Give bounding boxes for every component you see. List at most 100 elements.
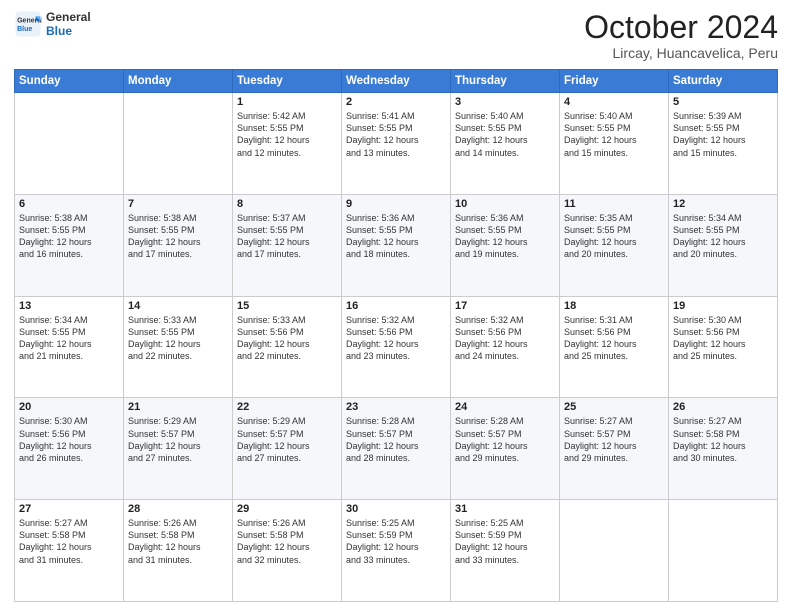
calendar-cell: 7 Sunrise: 5:38 AMSunset: 5:55 PMDaylight… <box>124 194 233 296</box>
cell-content: Sunrise: 5:27 AMSunset: 5:58 PMDaylight:… <box>673 415 773 464</box>
day-number: 20 <box>19 401 119 413</box>
week-row-3: 13Sunrise: 5:34 AMSunset: 5:55 PMDayligh… <box>15 296 778 398</box>
calendar-cell: 12 Sunrise: 5:34 AMSunset: 5:55 PMDayligh… <box>669 194 778 296</box>
cell-content: Sunrise: 5:25 AMSunset: 5:59 PMDaylight:… <box>346 517 446 566</box>
logo-blue: Blue <box>46 24 91 38</box>
cell-content: Sunrise: 5:29 AMSunset: 5:57 PMDaylight:… <box>128 415 228 464</box>
day-number: 26 <box>673 401 773 413</box>
day-number: 9 <box>346 198 446 210</box>
calendar-cell: 8Sunrise: 5:37 AMSunset: 5:55 PMDaylight… <box>233 194 342 296</box>
cell-content: Sunrise: 5:32 AMSunset: 5:56 PMDaylight:… <box>346 314 446 363</box>
day-number: 15 <box>237 300 337 312</box>
cell-content: Sunrise: 5:39 AMSunset: 5:55 PMDaylight:… <box>673 110 773 159</box>
day-number: 27 <box>19 503 119 515</box>
day-number: 1 <box>237 96 337 108</box>
day-number: 25 <box>564 401 664 413</box>
day-number: 2 <box>346 96 446 108</box>
calendar-cell: 20 Sunrise: 5:30 AMSunset: 5:56 PMDayligh… <box>15 398 124 500</box>
cell-content: Sunrise: 5:25 AMSunset: 5:59 PMDaylight:… <box>455 517 555 566</box>
week-row-4: 20 Sunrise: 5:30 AMSunset: 5:56 PMDayligh… <box>15 398 778 500</box>
calendar-cell <box>124 93 233 195</box>
calendar-cell: 13Sunrise: 5:34 AMSunset: 5:55 PMDayligh… <box>15 296 124 398</box>
week-row-2: 6 Sunrise: 5:38 AMSunset: 5:55 PMDaylight… <box>15 194 778 296</box>
day-number: 11 <box>564 198 664 210</box>
cell-content: Sunrise: 5:42 AMSunset: 5:55 PMDaylight:… <box>237 110 337 159</box>
cell-content: Sunrise: 5:33 AMSunset: 5:56 PMDaylight:… <box>237 314 337 363</box>
day-number: 13 <box>19 300 119 312</box>
calendar-cell: 30 Sunrise: 5:25 AMSunset: 5:59 PMDayligh… <box>342 500 451 602</box>
cell-content: Sunrise: 5:36 AMSunset: 5:55 PMDaylight:… <box>455 212 555 261</box>
calendar-cell: 9 Sunrise: 5:36 AMSunset: 5:55 PMDaylight… <box>342 194 451 296</box>
day-number: 24 <box>455 401 555 413</box>
calendar-cell: 2Sunrise: 5:41 AMSunset: 5:55 PMDaylight… <box>342 93 451 195</box>
logo-general: General <box>46 10 91 24</box>
day-number: 10 <box>455 198 555 210</box>
calendar-cell: 17 Sunrise: 5:32 AMSunset: 5:56 PMDayligh… <box>451 296 560 398</box>
cell-content: Sunrise: 5:27 AMSunset: 5:58 PMDaylight:… <box>19 517 119 566</box>
cell-content: Sunrise: 5:31 AMSunset: 5:56 PMDaylight:… <box>564 314 664 363</box>
day-number: 17 <box>455 300 555 312</box>
cell-content: Sunrise: 5:40 AMSunset: 5:55 PMDaylight:… <box>564 110 664 159</box>
calendar-cell: 23 Sunrise: 5:28 AMSunset: 5:57 PMDayligh… <box>342 398 451 500</box>
day-number: 18 <box>564 300 664 312</box>
svg-text:Blue: Blue <box>17 26 32 33</box>
calendar-cell: 3 Sunrise: 5:40 AMSunset: 5:55 PMDaylight… <box>451 93 560 195</box>
calendar-cell <box>560 500 669 602</box>
day-number: 29 <box>237 503 337 515</box>
location-title: Lircay, Huancavelica, Peru <box>584 45 778 61</box>
calendar-cell: 24 Sunrise: 5:28 AMSunset: 5:57 PMDayligh… <box>451 398 560 500</box>
cell-content: Sunrise: 5:33 AMSunset: 5:55 PMDaylight:… <box>128 314 228 363</box>
calendar-cell: 4 Sunrise: 5:40 AMSunset: 5:55 PMDaylight… <box>560 93 669 195</box>
day-number: 31 <box>455 503 555 515</box>
cell-content: Sunrise: 5:28 AMSunset: 5:57 PMDaylight:… <box>455 415 555 464</box>
weekday-header-thursday: Thursday <box>451 70 560 93</box>
day-number: 12 <box>673 198 773 210</box>
day-number: 30 <box>346 503 446 515</box>
day-number: 6 <box>19 198 119 210</box>
cell-content: Sunrise: 5:36 AMSunset: 5:55 PMDaylight:… <box>346 212 446 261</box>
calendar-cell: 19 Sunrise: 5:30 AMSunset: 5:56 PMDayligh… <box>669 296 778 398</box>
calendar-cell: 29Sunrise: 5:26 AMSunset: 5:58 PMDayligh… <box>233 500 342 602</box>
calendar-cell: 25Sunrise: 5:27 AMSunset: 5:57 PMDayligh… <box>560 398 669 500</box>
day-number: 4 <box>564 96 664 108</box>
weekday-header-sunday: Sunday <box>15 70 124 93</box>
day-number: 22 <box>237 401 337 413</box>
cell-content: Sunrise: 5:38 AMSunset: 5:55 PMDaylight:… <box>128 212 228 261</box>
calendar-cell: 21 Sunrise: 5:29 AMSunset: 5:57 PMDayligh… <box>124 398 233 500</box>
day-number: 21 <box>128 401 228 413</box>
day-number: 5 <box>673 96 773 108</box>
calendar-table: SundayMondayTuesdayWednesdayThursdayFrid… <box>14 69 778 602</box>
logo-icon: General Blue <box>14 10 42 38</box>
day-number: 3 <box>455 96 555 108</box>
header: General Blue General Blue October 2024 L… <box>14 10 778 61</box>
calendar-cell: 28Sunrise: 5:26 AMSunset: 5:58 PMDayligh… <box>124 500 233 602</box>
calendar-cell: 15 Sunrise: 5:33 AMSunset: 5:56 PMDayligh… <box>233 296 342 398</box>
day-number: 28 <box>128 503 228 515</box>
calendar-cell: 16 Sunrise: 5:32 AMSunset: 5:56 PMDayligh… <box>342 296 451 398</box>
cell-content: Sunrise: 5:30 AMSunset: 5:56 PMDaylight:… <box>19 415 119 464</box>
day-number: 23 <box>346 401 446 413</box>
cell-content: Sunrise: 5:32 AMSunset: 5:56 PMDaylight:… <box>455 314 555 363</box>
calendar-cell: 10 Sunrise: 5:36 AMSunset: 5:55 PMDayligh… <box>451 194 560 296</box>
week-row-5: 27 Sunrise: 5:27 AMSunset: 5:58 PMDayligh… <box>15 500 778 602</box>
calendar-cell: 14 Sunrise: 5:33 AMSunset: 5:55 PMDayligh… <box>124 296 233 398</box>
cell-content: Sunrise: 5:30 AMSunset: 5:56 PMDaylight:… <box>673 314 773 363</box>
day-number: 19 <box>673 300 773 312</box>
calendar-cell: 6Sunrise: 5:38 AMSunset: 5:55 PMDaylight… <box>15 194 124 296</box>
calendar-cell: 1 Sunrise: 5:42 AMSunset: 5:55 PMDaylight… <box>233 93 342 195</box>
month-title: October 2024 <box>584 10 778 45</box>
calendar-cell <box>669 500 778 602</box>
weekday-header-friday: Friday <box>560 70 669 93</box>
cell-content: Sunrise: 5:28 AMSunset: 5:57 PMDaylight:… <box>346 415 446 464</box>
calendar-cell: 31 Sunrise: 5:25 AMSunset: 5:59 PMDayligh… <box>451 500 560 602</box>
calendar-cell: 18 Sunrise: 5:31 AMSunset: 5:56 PMDayligh… <box>560 296 669 398</box>
day-number: 14 <box>128 300 228 312</box>
cell-content: Sunrise: 5:34 AMSunset: 5:55 PMDaylight:… <box>673 212 773 261</box>
weekday-header-monday: Monday <box>124 70 233 93</box>
weekday-header-saturday: Saturday <box>669 70 778 93</box>
cell-content: Sunrise: 5:40 AMSunset: 5:55 PMDaylight:… <box>455 110 555 159</box>
day-number: 16 <box>346 300 446 312</box>
cell-content: Sunrise: 5:35 AMSunset: 5:55 PMDaylight:… <box>564 212 664 261</box>
day-number: 7 <box>128 198 228 210</box>
cell-content: Sunrise: 5:29 AMSunset: 5:57 PMDaylight:… <box>237 415 337 464</box>
